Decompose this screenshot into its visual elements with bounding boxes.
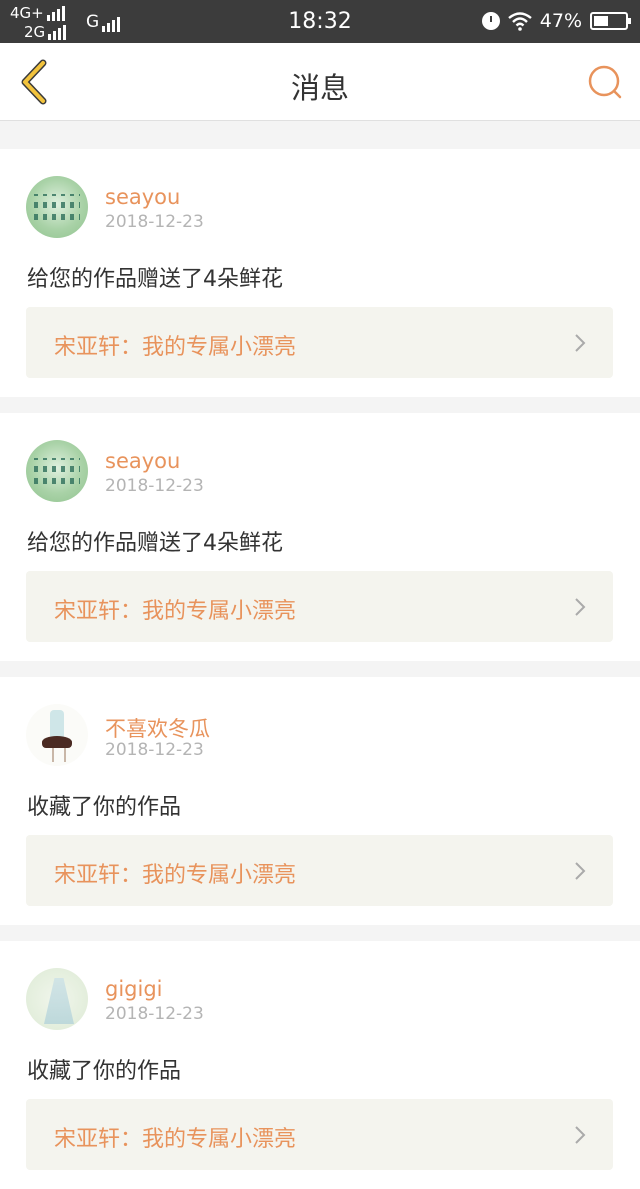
wifi-icon bbox=[508, 12, 532, 31]
message-list: seayou 2018-12-23 给您的作品赠送了4朵鲜花 宋亚轩：我的专属小… bbox=[0, 133, 640, 1189]
alarm-icon bbox=[481, 12, 500, 30]
message-text: 给您的作品赠送了4朵鲜花 bbox=[27, 267, 283, 292]
message-card: seayou 2018-12-23 给您的作品赠送了4朵鲜花 宋亚轩：我的专属小… bbox=[0, 413, 640, 661]
message-card: 不喜欢冬瓜 2018-12-23 收藏了你的作品 宋亚轩：我的专属小漂亮 bbox=[0, 677, 640, 925]
nav-bar: 消息 bbox=[0, 43, 640, 121]
status-bar: 4G+ 2G G 18:32 47% bbox=[0, 0, 640, 43]
message-card: gigigi 2018-12-23 收藏了你的作品 宋亚轩：我的专属小漂亮 bbox=[0, 941, 640, 1189]
username[interactable]: seayou bbox=[105, 185, 180, 209]
chevron-right-icon bbox=[575, 598, 586, 616]
message-date: 2018-12-23 bbox=[105, 476, 204, 496]
search-icon[interactable] bbox=[586, 63, 624, 101]
work-title: 宋亚轩：我的专属小漂亮 bbox=[54, 599, 297, 624]
page-title: 消息 bbox=[290, 71, 349, 105]
username[interactable]: seayou bbox=[105, 449, 180, 473]
work-title: 宋亚轩：我的专属小漂亮 bbox=[54, 335, 297, 360]
message-card: seayou 2018-12-23 给您的作品赠送了4朵鲜花 宋亚轩：我的专属小… bbox=[0, 149, 640, 397]
avatar[interactable] bbox=[26, 440, 88, 502]
message-date: 2018-12-23 bbox=[105, 212, 204, 232]
chevron-right-icon bbox=[575, 334, 586, 352]
battery-percent: 47% bbox=[539, 10, 582, 32]
message-text: 收藏了你的作品 bbox=[27, 1059, 182, 1084]
work-link[interactable]: 宋亚轩：我的专属小漂亮 bbox=[26, 571, 613, 642]
work-title: 宋亚轩：我的专属小漂亮 bbox=[54, 863, 297, 888]
work-title: 宋亚轩：我的专属小漂亮 bbox=[54, 1127, 297, 1152]
username[interactable]: 不喜欢冬瓜 bbox=[105, 713, 210, 743]
chevron-right-icon bbox=[575, 1126, 586, 1144]
work-link[interactable]: 宋亚轩：我的专属小漂亮 bbox=[26, 1099, 613, 1170]
message-date: 2018-12-23 bbox=[105, 1004, 204, 1024]
message-date: 2018-12-23 bbox=[105, 740, 204, 760]
battery-icon bbox=[590, 12, 631, 30]
avatar[interactable] bbox=[26, 176, 88, 238]
avatar[interactable] bbox=[26, 704, 88, 766]
work-link[interactable]: 宋亚轩：我的专属小漂亮 bbox=[26, 835, 613, 906]
avatar[interactable] bbox=[26, 968, 88, 1030]
message-text: 收藏了你的作品 bbox=[27, 795, 182, 820]
username[interactable]: gigigi bbox=[105, 977, 163, 1001]
work-link[interactable]: 宋亚轩：我的专属小漂亮 bbox=[26, 307, 613, 378]
battery-level bbox=[594, 16, 609, 26]
chevron-right-icon bbox=[575, 862, 586, 880]
message-text: 给您的作品赠送了4朵鲜花 bbox=[27, 531, 283, 556]
